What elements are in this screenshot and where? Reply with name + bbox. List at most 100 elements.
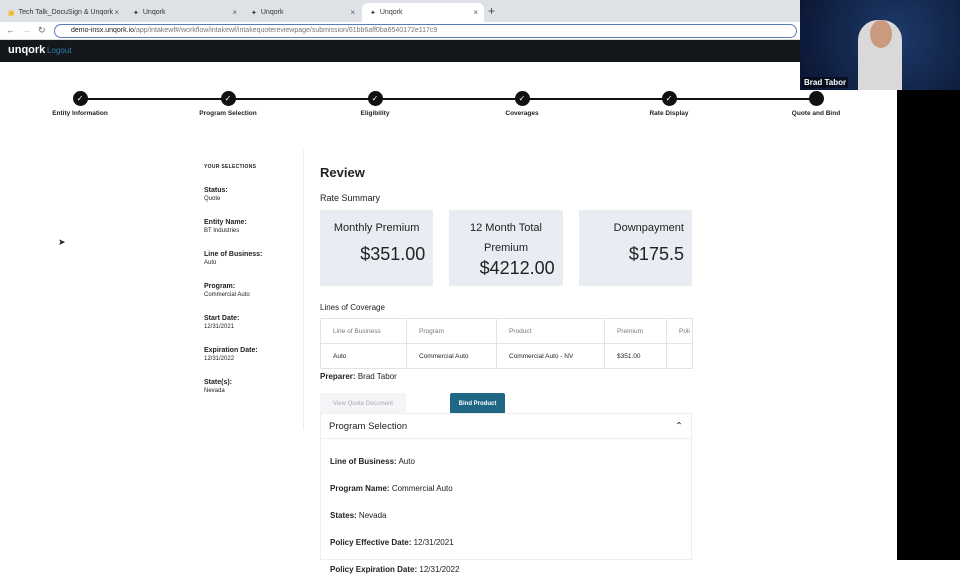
column-header: Product	[496, 318, 605, 344]
current-step-dot	[808, 91, 824, 106]
browser-tab-active[interactable]: ✦ Unqork ×	[362, 3, 484, 22]
close-tab-icon[interactable]: ×	[473, 8, 478, 17]
black-margin	[897, 40, 960, 560]
preparer: Preparer: Brad Tabor	[320, 372, 692, 381]
close-tab-icon[interactable]: ×	[114, 8, 119, 17]
value: Commercial Auto	[391, 484, 453, 493]
program-row: Policy Effective Date: 12/31/2021	[330, 538, 691, 547]
address-bar-row: ← → ↻ demo-insx.unqork.io/app/intakewf#/…	[0, 22, 800, 40]
card-amount: $175.5	[628, 244, 684, 264]
label: Entity Name:	[204, 219, 247, 226]
browser-tab-bar: ▣ Tech Talk_DocuSign & Unqork × ✦ Unqork × ✦…	[0, 0, 800, 22]
url-input[interactable]: demo-insx.unqork.io/app/intakewf#/workfl…	[54, 24, 797, 38]
coverage-table: Line of Business Program Product Premium…	[320, 318, 693, 369]
label: Start Date:	[204, 315, 240, 322]
label: States:	[330, 511, 357, 520]
unqork-icon: ✦	[251, 9, 257, 17]
value: 12/31/2021	[204, 324, 235, 330]
selection-start-date: Start Date: 12/31/2021	[204, 315, 303, 330]
label: Line of Business:	[330, 457, 397, 466]
check-icon: ✓	[220, 91, 236, 106]
value: 12/31/2022	[419, 565, 460, 574]
step-entity-information[interactable]: ✓ Entity Information	[20, 91, 140, 117]
selection-status: Status: Quote	[204, 187, 303, 202]
step-program-selection[interactable]: ✓ Program Selection	[168, 91, 288, 117]
webcam-name: Brad Tabor	[802, 77, 849, 88]
label: Line of Business:	[204, 251, 263, 258]
step-rate-display[interactable]: ✓ Rate Display	[609, 91, 729, 117]
monthly-premium-card: Monthly Premium $351.00	[320, 210, 434, 286]
card-amount: $351.00	[360, 244, 426, 264]
page-title: Review	[320, 165, 365, 180]
unqork-logo: unqork	[8, 44, 46, 56]
cell: Commercial Auto	[406, 343, 497, 369]
card-title: Downpayment	[613, 222, 684, 234]
logout-link[interactable]: Logout	[47, 46, 71, 55]
program-selection-accordion: Program Selection ⌃ Line of Business: Aut…	[320, 413, 692, 574]
column-header: Premium	[604, 318, 667, 344]
accordion-title: Program Selection	[329, 420, 408, 432]
view-quote-document-button[interactable]: View Quote Document	[320, 393, 406, 414]
cell	[666, 343, 693, 369]
label: State(s):	[204, 379, 233, 386]
card-title: Monthly Premium	[333, 222, 420, 234]
label: Policy Effective Date:	[330, 538, 412, 547]
browser-tab[interactable]: ✦ Unqork ×	[243, 3, 361, 22]
review-panel: Review Rate Summary Monthly Premium $351.…	[320, 165, 693, 421]
table-row: Auto Commercial Auto Commercial Auto - N…	[320, 343, 693, 369]
label: Policy Expiration Date:	[330, 565, 418, 574]
value: Auto	[398, 457, 415, 466]
cell: Auto	[320, 343, 407, 369]
card-amount: $4212.00	[479, 258, 555, 278]
label: Program Name:	[330, 484, 390, 493]
preparer-label: Preparer:	[320, 372, 356, 381]
value: 12/31/2022	[204, 356, 235, 362]
step-coverages[interactable]: ✓ Coverages	[462, 91, 582, 117]
mouse-cursor-icon: ➤	[58, 237, 66, 247]
step-eligibility[interactable]: ✓ Eligibility	[315, 91, 435, 117]
total-premium-card: 12 Month Total Premium $4212.00	[449, 210, 563, 286]
browser-tab[interactable]: ▣ Tech Talk_DocuSign & Unqork ×	[0, 3, 125, 22]
program-row: Program Name: Commercial Auto	[330, 484, 691, 493]
card-title: 12 Month Total Premium	[470, 222, 542, 254]
unqork-icon: ✦	[133, 9, 139, 17]
check-icon: ✓	[367, 91, 383, 106]
selection-program: Program: Commercial Auto	[204, 283, 303, 298]
accordion-header[interactable]: Program Selection ⌃	[321, 414, 691, 439]
program-row: Policy Expiration Date: 12/31/2022	[330, 565, 691, 574]
selections-sidebar: YOUR SELECTIONS Status: Quote Entity Name…	[186, 150, 304, 430]
table-header: Line of Business Program Product Premium…	[320, 318, 693, 344]
reload-icon[interactable]: ↻	[38, 25, 46, 36]
browser-tab[interactable]: ✦ Unqork ×	[125, 3, 243, 22]
close-tab-icon[interactable]: ×	[232, 8, 237, 17]
selection-entity-name: Entity Name: BT Industries	[204, 219, 303, 234]
sidebar-heading: YOUR SELECTIONS	[204, 164, 257, 170]
back-icon[interactable]: ←	[6, 25, 15, 35]
webcam-overlay: Brad Tabor	[800, 0, 960, 90]
value: Auto	[204, 260, 217, 266]
label: Expiration Date:	[204, 347, 258, 354]
value: 12/31/2021	[413, 538, 454, 547]
slides-icon: ▣	[8, 9, 15, 17]
value: BT Industries	[204, 228, 240, 234]
check-icon: ✓	[661, 91, 677, 106]
selection-expiration-date: Expiration Date: 12/31/2022	[204, 347, 303, 362]
value: Nevada	[204, 388, 225, 394]
downpayment-card: Downpayment $175.5	[578, 210, 692, 286]
label: Program:	[204, 283, 236, 290]
forward-icon[interactable]: →	[22, 25, 31, 35]
person-head	[870, 20, 892, 48]
cell: Commercial Auto - NV	[496, 343, 605, 369]
unqork-icon: ✦	[370, 9, 376, 17]
value: Commercial Auto	[204, 292, 250, 298]
column-header: Poli	[666, 318, 693, 344]
bind-product-button[interactable]: Bind Product	[450, 393, 505, 414]
new-tab-button[interactable]: +	[488, 4, 495, 18]
preparer-name: Brad Tabor	[357, 372, 397, 381]
close-tab-icon[interactable]: ×	[350, 8, 355, 17]
column-header: Line of Business	[320, 318, 407, 344]
value: Quote	[204, 196, 221, 202]
chevron-up-icon[interactable]: ⌃	[675, 421, 683, 432]
step-quote-and-bind[interactable]: Quote and Bind	[756, 91, 876, 117]
program-row: Line of Business: Auto	[330, 457, 691, 466]
